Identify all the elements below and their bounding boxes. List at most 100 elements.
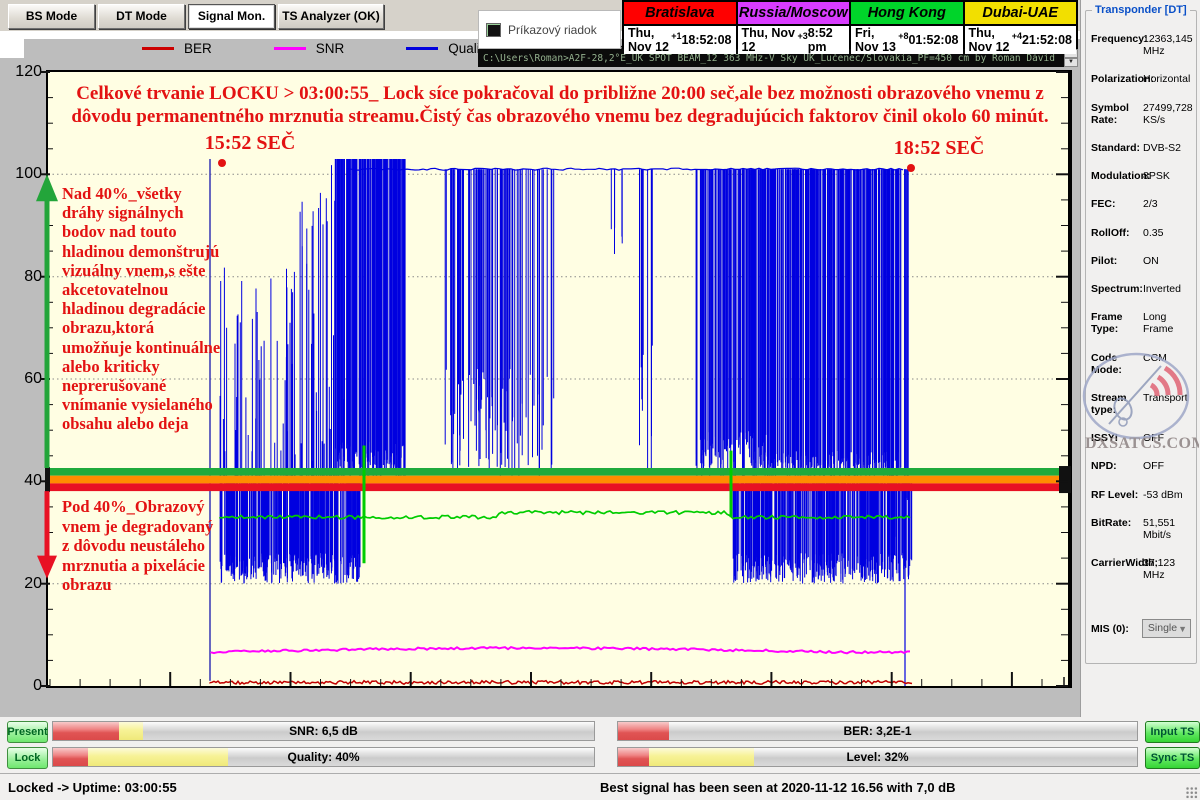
present-button[interactable]: Present: [7, 721, 48, 743]
transponder-row-label: Modulation:: [1091, 170, 1143, 182]
clock-time: 21:52:08: [1022, 33, 1072, 47]
transponder-row-value: Long Frame: [1143, 311, 1196, 335]
tab-ts-analyzer-ok[interactable]: TS Analyzer (OK): [278, 4, 384, 29]
y-axis-label: 120: [6, 63, 42, 81]
transponder-row: FEC:2/3: [1086, 198, 1196, 210]
transponder-row-value: 0.35: [1143, 227, 1196, 239]
legend-item-snr: SNR: [274, 41, 345, 56]
y-axis-label: 100: [6, 165, 42, 183]
clock-hong-kong: Hong KongFri, Nov 13+801:52:08: [849, 0, 965, 49]
clock-time-row: Thu, Nov 12+421:52:08: [965, 26, 1077, 54]
tab-dt-mode[interactable]: DT Mode: [98, 4, 185, 29]
transponder-row: Pilot:ON: [1086, 255, 1196, 267]
command-prompt-titlebar[interactable]: Príkazový riadok: [478, 10, 621, 49]
signal-bars-area: Present Lock SNR: 6,5 dB BER: 3,2E-1 Quali…: [0, 717, 1200, 773]
bar-label: SNR: 6,5 dB: [53, 722, 594, 740]
transponder-row: Frame Type:Long Frame: [1086, 311, 1196, 335]
clock-time-row: Fri, Nov 13+801:52:08: [851, 26, 963, 54]
clock-city-label: Hong Kong: [851, 2, 963, 26]
transponder-row-value: OFF: [1143, 460, 1196, 472]
resize-grip[interactable]: [1185, 786, 1198, 799]
transponder-row-label: RF Level:: [1091, 489, 1143, 501]
transponder-row-label: RollOff:: [1091, 227, 1143, 239]
command-prompt-title: Príkazový riadok: [508, 23, 597, 37]
scroll-down-icon[interactable]: ▼: [1064, 58, 1078, 67]
transponder-row: Modulation:8PSK: [1086, 170, 1196, 182]
time-marker-dot: [218, 159, 226, 167]
console-icon: [486, 23, 501, 37]
y-axis-label: 20: [6, 575, 42, 593]
clock-city-label: Bratislava: [624, 2, 736, 26]
transponder-title: Transponder [DT]: [1092, 4, 1190, 16]
transponder-row-label: NPD:: [1091, 460, 1143, 472]
chart-annotation-below-40: Pod 40%_Obrazový vnem je degradovaný z d…: [62, 497, 292, 595]
chevron-down-icon: ▼: [1178, 621, 1187, 638]
tab-signal-mon[interactable]: Signal Mon.: [188, 4, 275, 29]
sync-ts-button[interactable]: Sync TS: [1145, 747, 1200, 769]
transponder-row-value: CCM: [1143, 352, 1196, 376]
world-clocks: BratislavaThu, Nov 12+118:52:08Russia/Mo…: [622, 0, 1078, 49]
y-axis-label: 40: [6, 472, 42, 490]
time-marker-label: 15:52 SEČ: [180, 132, 320, 155]
quality-progressbar: Quality: 40%: [52, 747, 595, 767]
transponder-row-value: ON: [1143, 255, 1196, 267]
transponder-row-label: Frequency:: [1091, 33, 1143, 57]
clock-date: Thu, Nov 12: [628, 26, 671, 54]
clock-date: Thu, Nov 12: [742, 26, 798, 54]
level-progressbar: Level: 32%: [617, 747, 1138, 767]
clock-date: Thu, Nov 12: [969, 26, 1012, 54]
mis-label: MIS (0):: [1091, 623, 1142, 635]
transponder-row-label: Stream type:: [1091, 392, 1143, 416]
transponder-row: Frequency:12363,145 MHz: [1086, 33, 1196, 57]
transponder-row-value: 8PSK: [1143, 170, 1196, 182]
y-axis-label: 80: [6, 268, 42, 286]
transponder-row-value: -53 dBm: [1143, 489, 1196, 501]
left-margin-strip: [0, 31, 24, 58]
transponder-row-value: Transport: [1143, 392, 1196, 416]
legend-swatch-quality: [406, 47, 438, 50]
tab-bs-mode[interactable]: BS Mode: [8, 4, 95, 29]
lock-uptime-status: Locked -> Uptime: 03:00:55: [8, 780, 177, 795]
status-bar: Locked -> Uptime: 03:00:55 Best signal h…: [0, 773, 1200, 800]
chart-annotation-above-40: Nad 40%_všetky dráhy signálnych bodov na…: [62, 184, 292, 434]
best-signal-status: Best signal has been seen at 2020-11-12 …: [600, 780, 956, 795]
time-marker-label: 18:52 SEČ: [869, 137, 1009, 160]
clock-bratislava: BratislavaThu, Nov 12+118:52:08: [622, 0, 738, 49]
clock-date: Fri, Nov 13: [855, 26, 898, 54]
y-axis-label: 60: [6, 370, 42, 388]
bar-label: Quality: 40%: [53, 748, 594, 766]
clock-utc-offset: +3: [797, 31, 807, 41]
transponder-row: RF Level:-53 dBm: [1086, 489, 1196, 501]
clock-utc-offset: +1: [671, 31, 681, 41]
transponder-row-value: Inverted: [1143, 283, 1196, 295]
clock-utc-offset: +4: [1012, 31, 1022, 41]
transponder-row-label: Pilot:: [1091, 255, 1143, 267]
transponder-row-label: Code Mode:: [1091, 352, 1143, 376]
transponder-rows: Frequency:12363,145 MHzPolarization:Hori…: [1086, 33, 1196, 581]
legend-label-ber: BER: [184, 41, 212, 56]
transponder-row-value: 37,123 MHz: [1143, 557, 1196, 581]
lock-button[interactable]: Lock: [7, 747, 48, 769]
ber-progressbar: BER: 3,2E-1: [617, 721, 1138, 741]
transponder-row-label: BitRate:: [1091, 517, 1143, 541]
legend-item-ber: BER: [142, 41, 212, 56]
transponder-row: RollOff:0.35: [1086, 227, 1196, 239]
command-prompt-text: C:\Users\Roman>A2F-28,2°E_UK SPOT BEAM_1…: [483, 53, 1055, 64]
transponder-row-value: 12363,145 MHz: [1143, 33, 1196, 57]
transponder-row-value: 51,551 Mbit/s: [1143, 517, 1196, 541]
transponder-row-value: 27499,728 KS/s: [1143, 102, 1196, 126]
transponder-row: NPD:OFF: [1086, 460, 1196, 472]
clock-city-label: Russia/Moscow: [738, 2, 850, 26]
clock-time: 8:52 pm: [808, 26, 845, 54]
chart-annotation-summary: Celkové trvanie LOCKU > 03:00:55_ Lock s…: [56, 82, 1064, 128]
transponder-row: Symbol Rate:27499,728 KS/s: [1086, 102, 1196, 126]
mis-dropdown[interactable]: Single ▼: [1142, 619, 1191, 638]
transponder-row-label: CarrierWidth:: [1091, 557, 1143, 581]
transponder-panel: Transponder [DT] Frequency:12363,145 MHz…: [1080, 0, 1200, 800]
input-ts-button[interactable]: Input TS: [1145, 721, 1200, 743]
legend-swatch-snr: [274, 47, 306, 50]
clock-city-label: Dubai-UAE: [965, 2, 1077, 26]
clock-time: 18:52:08: [681, 33, 731, 47]
y-axis-label: 0: [6, 677, 42, 695]
transponder-row: Stream type:Transport: [1086, 392, 1196, 416]
